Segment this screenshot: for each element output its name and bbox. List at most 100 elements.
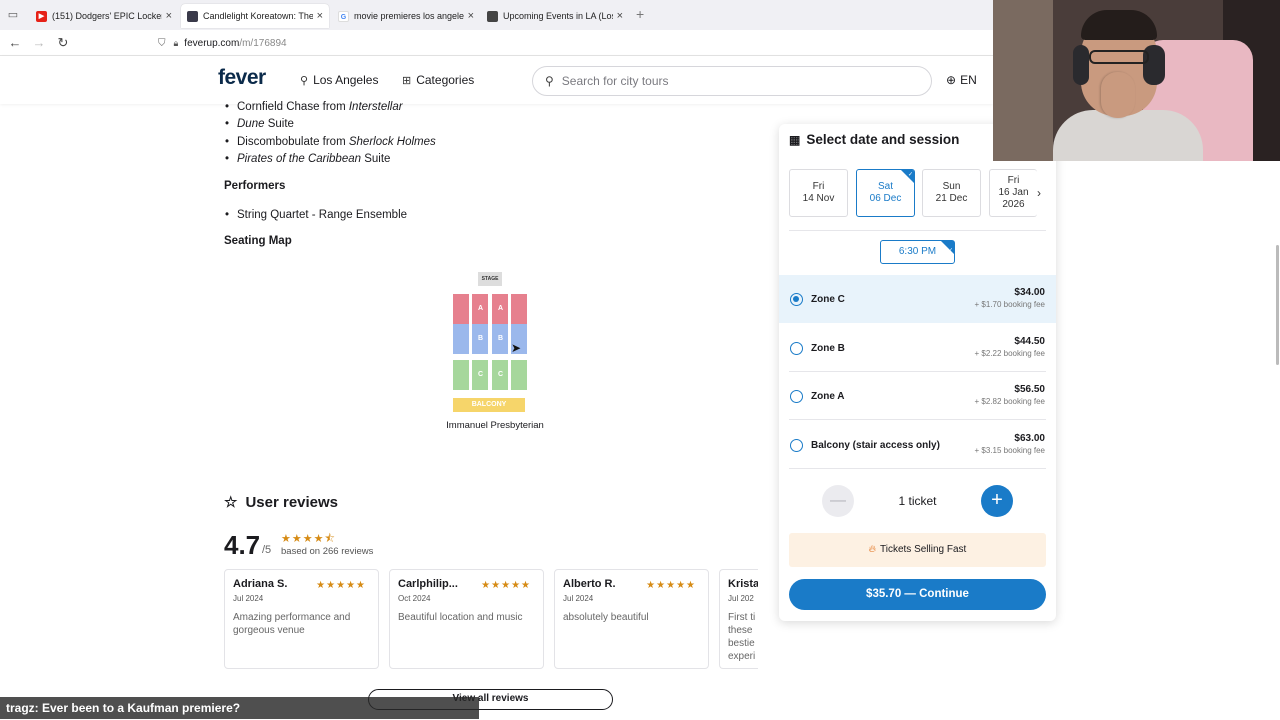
review-card[interactable]: Alberto R. ★★★★★ Jul 2024 absolutely bea… xyxy=(554,569,709,669)
review-text: absolutely beautiful xyxy=(563,612,649,623)
reviews-heading: ☆ User reviews xyxy=(224,493,339,512)
youtube-icon: ▶ xyxy=(36,10,47,22)
grid-icon: ⊞ xyxy=(402,74,412,87)
zone-c-block xyxy=(453,360,469,390)
review-card: Krista Jul 202 First ti these bestie exp… xyxy=(719,569,758,669)
session-time-option[interactable]: 6:30 PM xyxy=(880,240,955,264)
zone-option[interactable]: Zone A $56.50 + $2.82 booking fee xyxy=(779,372,1056,420)
seating-map-heading: Seating Map xyxy=(224,235,292,247)
zone-a-block xyxy=(453,294,469,324)
chat-message: : Ever been to a Kaufman premiere? xyxy=(34,701,241,715)
location-pin-icon: ⚲ xyxy=(300,74,309,87)
decrease-quantity-button[interactable]: — xyxy=(822,485,854,517)
stream-chat-overlay: tragz: Ever been to a Kaufman premiere? xyxy=(0,697,479,719)
zone-a-label: A xyxy=(498,305,504,312)
search-icon: ⚲ xyxy=(545,74,554,88)
chevron-right-icon[interactable]: › xyxy=(1037,186,1041,200)
close-tab-icon[interactable]: × xyxy=(166,10,172,22)
performers-list: String Quartet - Range Ensemble xyxy=(225,207,407,225)
browser-tab[interactable]: Upcoming Events in LA (Los An × xyxy=(481,4,629,28)
close-tab-icon[interactable]: × xyxy=(468,10,474,22)
review-card-clipped[interactable]: Krista Jul 202 First ti these bestie exp… xyxy=(719,569,758,669)
seating-map: STAGE A A B B C C BALCONY Immanuel Presb… xyxy=(440,268,550,438)
continue-button[interactable]: $35.70 — Continue xyxy=(789,579,1046,610)
location-selector[interactable]: ⚲ Los Angeles xyxy=(300,73,378,87)
stage-label: STAGE xyxy=(478,272,502,286)
zone-b-label: B xyxy=(478,335,484,342)
list-item: Dune Suite xyxy=(225,116,436,134)
review-date: Jul 2024 xyxy=(233,594,264,603)
zone-b-block xyxy=(453,324,469,354)
search-input[interactable] xyxy=(561,74,902,88)
search-box[interactable]: ⚲ xyxy=(532,66,932,96)
date-option[interactable]: Fri 14 Nov xyxy=(789,169,848,217)
page-scrollbar[interactable] xyxy=(1276,245,1279,365)
close-tab-icon[interactable]: × xyxy=(317,10,323,22)
booking-title: ▦ Select date and session xyxy=(789,132,960,147)
webcam-overlay xyxy=(993,0,1280,161)
forward-icon[interactable]: → xyxy=(30,34,48,52)
calendar-icon: ▦ xyxy=(789,132,801,147)
divider xyxy=(789,230,1046,231)
increase-quantity-button[interactable]: + xyxy=(981,485,1013,517)
venue-name: Immanuel Presbyterian xyxy=(446,420,544,431)
date-option[interactable]: Sun 21 Dec xyxy=(922,169,981,217)
language-selector[interactable]: ⊕ EN xyxy=(946,73,977,87)
lock-icon: 🔒︎ xyxy=(173,37,179,48)
date-option[interactable]: Fri 16 Jan 2026 xyxy=(989,169,1037,217)
zone-c-label: C xyxy=(498,371,504,378)
zone-option[interactable]: Zone B $44.50 + $2.22 booking fee xyxy=(779,324,1056,372)
review-card[interactable]: Carlphilip... ★★★★★ Oct 2024 Beautiful l… xyxy=(389,569,544,669)
google-icon: G xyxy=(338,10,349,22)
back-icon[interactable]: ← xyxy=(6,34,24,52)
tab-overview-icon[interactable]: ▭ xyxy=(6,8,20,22)
chat-username: tragz xyxy=(6,701,35,715)
rating-score: 4.7 xyxy=(224,530,261,560)
rating-max: /5 xyxy=(262,544,272,556)
browser-tab[interactable]: G movie premieres los angeles - G × xyxy=(332,4,480,28)
selling-fast-banner: 🔥︎ Tickets Selling Fast xyxy=(789,533,1046,567)
review-stars-icon: ★★★★★ xyxy=(646,580,696,591)
review-date: Jul 202 xyxy=(728,594,754,603)
site-header: fever ⚲ Los Angeles ⊞ Categories ⚲ ⊕ EN xyxy=(0,56,993,104)
zone-c-label: C xyxy=(478,371,484,378)
booking-panel: ▦ Select date and session Fri 14 Nov Sat… xyxy=(779,124,1056,621)
address-bar[interactable]: ⛉ 🔒︎ feverup.com/m/176894 xyxy=(150,33,995,53)
review-stars-icon: ★★★★★ xyxy=(316,580,366,591)
review-text: Amazing performance and gorgeous venue xyxy=(233,612,351,636)
zone-c-block xyxy=(511,360,527,390)
selected-check-icon xyxy=(901,170,914,183)
performers-heading: Performers xyxy=(224,180,286,192)
review-stars-icon: ★★★★★ xyxy=(481,580,531,591)
list-item: String Quartet - Range Ensemble xyxy=(225,207,407,225)
categories-menu[interactable]: ⊞ Categories xyxy=(402,73,474,87)
radio-icon[interactable] xyxy=(790,342,803,355)
review-text: First ti these bestie experi xyxy=(728,612,756,662)
fire-icon: 🔥︎ xyxy=(868,544,876,555)
new-tab-icon[interactable]: + xyxy=(636,6,644,22)
mouse-cursor-icon: ➤ xyxy=(511,341,522,355)
zone-a-label: A xyxy=(478,305,484,312)
events-icon xyxy=(487,10,498,22)
close-tab-icon[interactable]: × xyxy=(617,10,623,22)
reload-icon[interactable]: ↻ xyxy=(54,34,72,52)
radio-icon[interactable] xyxy=(790,390,803,403)
fever-logo[interactable]: fever xyxy=(218,66,266,90)
radio-selected-icon[interactable] xyxy=(790,293,803,306)
radio-icon[interactable] xyxy=(790,439,803,452)
selected-check-icon xyxy=(941,240,954,262)
list-item: Discombobulate from Sherlock Holmes xyxy=(225,134,436,152)
setlist: Cornfield Chase from Interstellar Dune S… xyxy=(225,99,436,169)
divider xyxy=(789,419,1046,420)
browser-tab[interactable]: ▶ (151) Dodgers' EPIC Locker Roo × xyxy=(30,4,178,28)
review-card[interactable]: Adriana S. ★★★★★ Jul 2024 Amazing perfor… xyxy=(224,569,379,669)
zone-option[interactable]: Balcony (stair access only) $63.00 + $3.… xyxy=(779,421,1056,469)
list-item: Pirates of the Caribbean Suite xyxy=(225,151,436,169)
balcony-block: BALCONY xyxy=(453,398,525,412)
zone-option-selected[interactable]: Zone C $34.00 + $1.70 booking fee xyxy=(779,275,1056,323)
date-option-selected[interactable]: Sat 06 Dec xyxy=(856,169,915,217)
browser-tab-active[interactable]: Candlelight Koreatown: The Be × xyxy=(181,4,329,28)
globe-icon: ⊕ xyxy=(946,73,957,87)
review-date: Jul 2024 xyxy=(563,594,594,603)
zone-b-label: B xyxy=(498,335,504,342)
